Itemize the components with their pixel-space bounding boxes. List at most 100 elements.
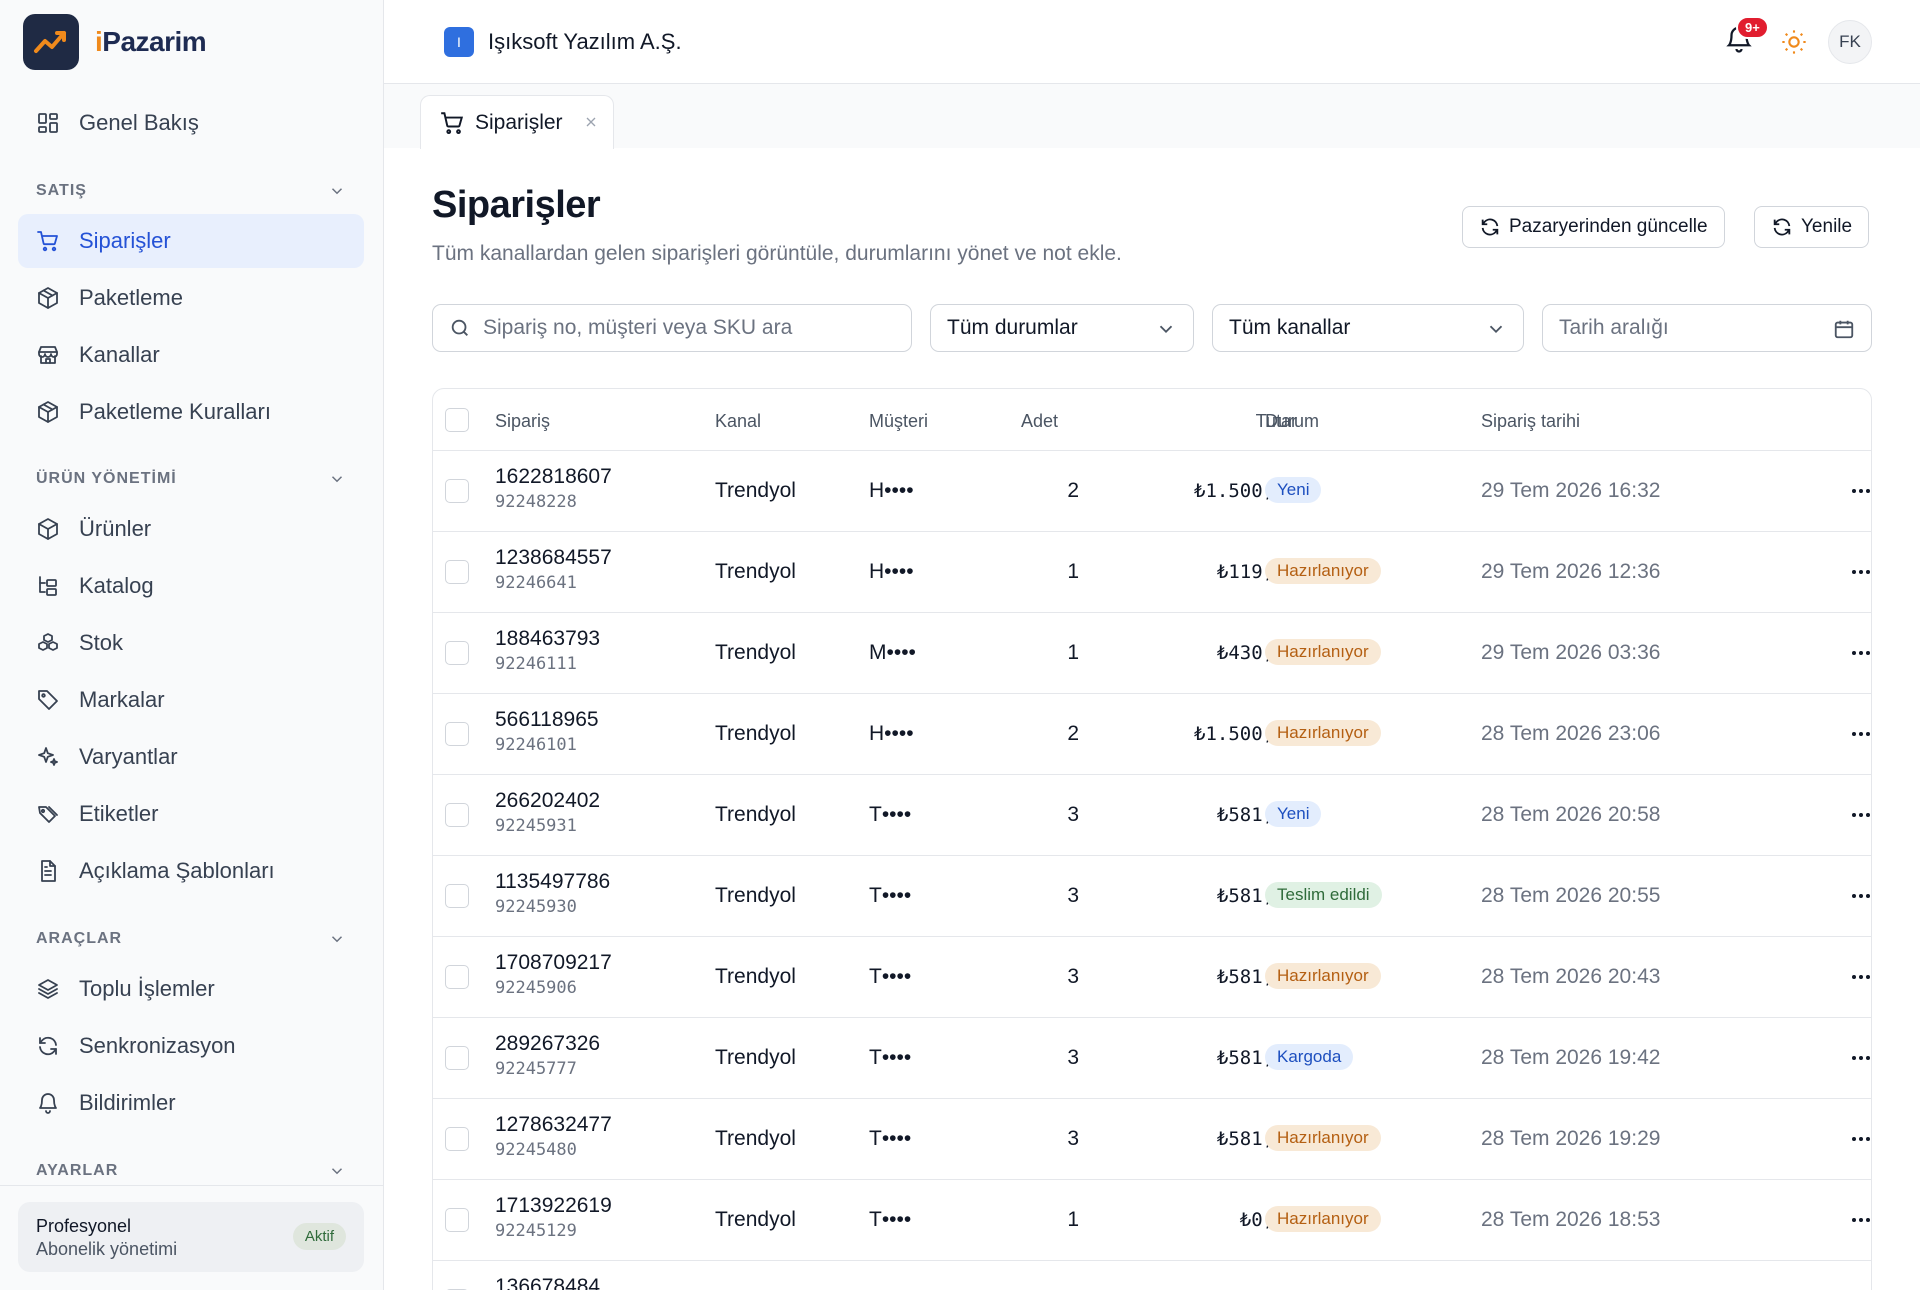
order-cell[interactable]: 1622818607 92248228 — [495, 465, 612, 512]
sidebar-item-description-templates[interactable]: Açıklama Şablonları — [18, 844, 364, 898]
sparkles-icon — [36, 745, 60, 769]
row-actions-button[interactable] — [1847, 1208, 1871, 1232]
order-cell[interactable]: 1135497786 92245930 — [495, 870, 610, 917]
row-checkbox[interactable] — [445, 884, 469, 908]
tab-orders[interactable]: Siparişler — [420, 95, 614, 149]
sidebar-item-stock[interactable]: Stok — [18, 616, 364, 670]
table-row[interactable]: 1278632477 92245480 Trendyol T•••• 3 ₺581,80 H… — [433, 1099, 1871, 1180]
column-header-channel[interactable]: Kanal — [715, 411, 761, 432]
row-checkbox[interactable] — [445, 641, 469, 665]
table-row[interactable]: 1238684557 92246641 Trendyol H•••• 1 ₺119,00 H… — [433, 532, 1871, 613]
date-range-picker[interactable]: Tarih aralığı — [1542, 304, 1872, 352]
date-cell: 29 Tem 2026 16:32 — [1481, 479, 1661, 502]
tags-icon — [36, 802, 60, 826]
row-actions-button[interactable] — [1847, 884, 1871, 908]
order-cell[interactable]: 188463793 92246111 — [495, 627, 600, 674]
row-actions-button[interactable] — [1847, 1046, 1871, 1070]
section-header-araclar[interactable]: ARAÇLAR — [36, 930, 346, 948]
company-switcher[interactable]: I Işıksoft Yazılım A.Ş. — [444, 27, 682, 57]
refresh-icon — [1481, 218, 1499, 236]
layers-icon — [36, 977, 60, 1001]
company-avatar: I — [444, 27, 474, 57]
date-cell: 29 Tem 2026 12:36 — [1481, 560, 1661, 583]
row-actions-button[interactable] — [1847, 803, 1871, 827]
channel-select-value: Tüm kanallar — [1229, 316, 1351, 339]
column-header-date[interactable]: Sipariş tarihi — [1481, 411, 1580, 432]
amount-cell: ₺119,00 — [1216, 561, 1297, 583]
sidebar-item-orders[interactable]: Siparişler — [18, 214, 364, 268]
section-header-satis[interactable]: SATIŞ — [36, 182, 346, 200]
sidebar-item-products[interactable]: Ürünler — [18, 502, 364, 556]
sidebar-item-variants[interactable]: Varyantlar — [18, 730, 364, 784]
row-checkbox[interactable] — [445, 722, 469, 746]
row-checkbox[interactable] — [445, 560, 469, 584]
more-dots-icon — [1852, 570, 1856, 574]
order-number: 1238684557 — [495, 546, 612, 569]
section-header-ayarlar[interactable]: AYARLAR — [36, 1162, 346, 1180]
refresh-button[interactable]: Yenile — [1754, 206, 1870, 248]
row-actions-button[interactable] — [1847, 1127, 1871, 1151]
app-logo[interactable]: iPazarim — [23, 14, 207, 70]
row-checkbox[interactable] — [445, 803, 469, 827]
order-cell[interactable]: 289267326 92245777 — [495, 1032, 600, 1079]
row-checkbox[interactable] — [445, 965, 469, 989]
sidebar-item-channels[interactable]: Kanallar — [18, 328, 364, 382]
status-badge: Hazırlanıyor — [1265, 1125, 1381, 1151]
table-row[interactable]: 1708709217 92245906 Trendyol T•••• 3 ₺581,80 H… — [433, 937, 1871, 1018]
sidebar-item-catalog[interactable]: Katalog — [18, 559, 364, 613]
row-checkbox[interactable] — [445, 1208, 469, 1232]
status-select[interactable]: Tüm durumlar — [930, 304, 1194, 352]
row-actions-button[interactable] — [1847, 722, 1871, 746]
order-cell[interactable]: 1713922619 92245129 — [495, 1194, 612, 1241]
user-avatar[interactable]: FK — [1828, 20, 1872, 64]
row-actions-button[interactable] — [1847, 641, 1871, 665]
column-header-order[interactable]: Sipariş — [495, 411, 550, 432]
amount-cell: ₺581,80 — [1216, 966, 1297, 988]
table-row[interactable]: 266202402 92245931 Trendyol T•••• 3 ₺581,80 Ye… — [433, 775, 1871, 856]
column-header-customer[interactable]: Müşteri — [869, 411, 928, 432]
order-cell[interactable]: 1238684557 92246641 — [495, 546, 612, 593]
sidebar-item-packaging-rules[interactable]: Paketleme Kuralları — [18, 385, 364, 439]
column-header-status[interactable]: Durum — [1265, 411, 1319, 432]
sidebar-item-label: Kanallar — [79, 342, 160, 367]
table-row[interactable]: 136678484 — [433, 1261, 1871, 1290]
sidebar-item-labels[interactable]: Etiketler — [18, 787, 364, 841]
table-row[interactable]: 566118965 92246101 Trendyol H•••• 2 ₺1.500,00… — [433, 694, 1871, 775]
channel-select[interactable]: Tüm kanallar — [1212, 304, 1524, 352]
more-dots-icon — [1852, 813, 1856, 817]
marketplace-update-button[interactable]: Pazaryerinden güncelle — [1462, 206, 1725, 248]
order-cell[interactable]: 266202402 92245931 — [495, 789, 600, 836]
close-tab-button[interactable] — [583, 112, 601, 130]
sidebar-item-overview[interactable]: Genel Bakış — [18, 96, 364, 150]
table-row[interactable]: 1622818607 92248228 Trendyol H•••• 2 ₺1.500,0… — [433, 451, 1871, 532]
order-cell[interactable]: 566118965 92246101 — [495, 708, 599, 755]
sidebar-item-bulk-operations[interactable]: Toplu İşlemler — [18, 962, 364, 1016]
table-row[interactable]: 188463793 92246111 Trendyol M•••• 1 ₺430,00 Ha… — [433, 613, 1871, 694]
table-row[interactable]: 1713922619 92245129 Trendyol T•••• 1₺0,00Haz… — [433, 1180, 1871, 1261]
row-actions-button[interactable] — [1847, 965, 1871, 989]
qty-cell: 3 — [1067, 1127, 1079, 1150]
search-input[interactable]: Sipariş no, müşteri veya SKU ara — [432, 304, 912, 352]
sidebar-item-notifications[interactable]: Bildirimler — [18, 1076, 364, 1130]
row-checkbox[interactable] — [445, 1127, 469, 1151]
search-icon — [451, 319, 468, 336]
row-checkbox[interactable] — [445, 1046, 469, 1070]
table-row[interactable]: 289267326 92245777 Trendyol T•••• 3 ₺581,80 Ka… — [433, 1018, 1871, 1099]
column-header-qty[interactable]: Adet — [1021, 411, 1058, 432]
sidebar-item-packaging[interactable]: Paketleme — [18, 271, 364, 325]
sidebar-item-label: Varyantlar — [79, 744, 178, 769]
order-cell[interactable]: 1278632477 92245480 — [495, 1113, 612, 1160]
select-all-checkbox[interactable] — [445, 408, 469, 432]
row-actions-button[interactable] — [1847, 479, 1871, 503]
sidebar-item-brands[interactable]: Markalar — [18, 673, 364, 727]
order-cell[interactable]: 1708709217 92245906 — [495, 951, 612, 998]
channel-cell: Trendyol — [715, 560, 796, 583]
row-checkbox[interactable] — [445, 479, 469, 503]
theme-toggle-button[interactable] — [1780, 28, 1808, 56]
sidebar-item-sync[interactable]: Senkronizasyon — [18, 1019, 364, 1073]
table-row[interactable]: 1135497786 92245930 Trendyol T•••• 3 ₺581,80 T… — [433, 856, 1871, 937]
section-header-urun[interactable]: ÜRÜN YÖNETİMİ — [36, 470, 346, 488]
subscription-card[interactable]: Profesyonel Abonelik yönetimi Aktif — [18, 1202, 364, 1272]
row-actions-button[interactable] — [1847, 560, 1871, 584]
order-cell[interactable]: 136678484 — [495, 1275, 600, 1290]
